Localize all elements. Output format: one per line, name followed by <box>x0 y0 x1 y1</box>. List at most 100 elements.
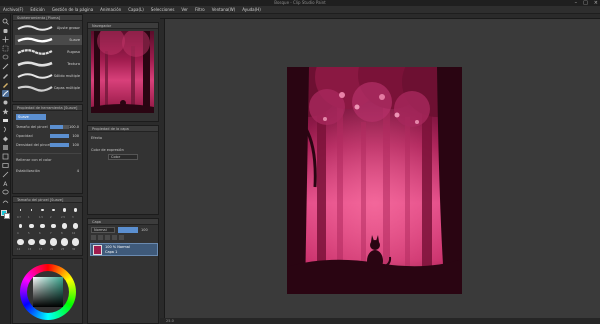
stabilization-slider[interactable]: Estabilización 4 <box>16 168 79 174</box>
brush-size-option[interactable]: 2.5 <box>59 205 70 221</box>
menu-help[interactable]: Ayuda(H) <box>242 6 261 14</box>
ruler-tool-icon[interactable] <box>2 171 9 178</box>
eyedropper-icon[interactable] <box>2 63 9 70</box>
saturation-value-square[interactable] <box>33 277 63 307</box>
delete-layer-icon[interactable] <box>119 235 124 240</box>
brush-item[interactable]: Ajuste grosor <box>15 23 82 33</box>
menu-window[interactable]: Ventana(W) <box>212 6 236 14</box>
brush-size-option[interactable]: 3 <box>70 205 81 221</box>
opacity-fill <box>50 134 69 138</box>
select-tool-icon[interactable] <box>2 45 9 52</box>
brush-size-option-label: 6 <box>39 232 41 235</box>
brush-item-selected[interactable]: Suave <box>15 35 82 45</box>
menu-file[interactable]: Archivo(F) <box>3 6 23 14</box>
brush-size-option[interactable]: 2 <box>48 205 59 221</box>
blend-tool-icon[interactable] <box>2 126 9 133</box>
correct-line-tool-icon[interactable] <box>2 198 9 205</box>
brush-size-option[interactable]: 10 <box>70 221 81 237</box>
brush-size-option-label: 2.5 <box>61 216 65 219</box>
brush-item[interactable]: Rugoso <box>15 47 82 57</box>
tool-property-panel: Propiedad de herramienta [Suave] Suave T… <box>12 104 83 194</box>
frame-tool-icon[interactable] <box>2 162 9 169</box>
brush-density-value: 100 <box>72 143 79 147</box>
brush-size-bar[interactable] <box>50 125 69 129</box>
brush-size-option[interactable]: 1.5 <box>37 205 48 221</box>
top-ruler <box>160 14 600 19</box>
menu-view[interactable]: Ver <box>181 6 188 14</box>
brush-size-dot <box>41 208 44 212</box>
menu-layer[interactable]: Capa(L) <box>128 6 144 14</box>
balloon-tool-icon[interactable] <box>2 189 9 196</box>
menu-edit[interactable]: Edición <box>30 6 44 14</box>
brush-size-grid: 0.7 1 1.5 2 2.5 3 4 5 6 7 8 10 12 15 17 20 25 30 <box>15 205 82 255</box>
brush-size-option[interactable]: 30 <box>70 237 81 253</box>
brush-size-option[interactable]: 20 <box>48 237 59 253</box>
brush-density-slider[interactable]: Densidad del pincel 100 <box>16 142 79 148</box>
brush-size-option-label: 3 <box>72 216 74 219</box>
fill-color-option[interactable]: Rellenar con el color <box>16 157 79 163</box>
move-tool-icon[interactable] <box>2 36 9 43</box>
artwork-canvas[interactable] <box>287 67 462 294</box>
brush-size-option[interactable]: 12 <box>15 237 26 253</box>
brush-size-option-label: 20 <box>50 248 54 251</box>
pencil-tool-icon[interactable] <box>2 81 9 88</box>
opacity-bar[interactable] <box>50 134 69 138</box>
brush-density-bar[interactable] <box>50 143 69 147</box>
brush-size-option[interactable]: 25 <box>59 237 70 253</box>
brush-size-option-label: 7 <box>50 232 52 235</box>
layer-row[interactable]: 100 % Normal Capa 1 <box>90 243 158 256</box>
brush-size-option[interactable]: 6 <box>37 221 48 237</box>
figure-tool-icon[interactable] <box>2 153 9 160</box>
hand-tool-icon[interactable] <box>2 27 9 34</box>
brush-size-option[interactable]: 8 <box>59 221 70 237</box>
pen-tool-icon[interactable] <box>2 72 9 79</box>
brush-size-option[interactable]: 5 <box>26 221 37 237</box>
fill-tool-icon[interactable] <box>2 135 9 142</box>
mask-icon[interactable] <box>112 235 117 240</box>
brush-size-slider[interactable]: Tamaño del pincel 100.0 <box>16 124 79 130</box>
fill-color-label: Rellenar con el color <box>16 158 52 162</box>
lasso-tool-icon[interactable] <box>2 54 9 61</box>
opacity-slider[interactable]: Opacidad 100 <box>16 133 79 139</box>
svg-text:A: A <box>3 181 8 187</box>
blend-mode-select[interactable]: Normal <box>91 227 115 233</box>
menu-selection[interactable]: Selecciones <box>151 6 175 14</box>
tool-property-title: Propiedad de herramienta [Suave] <box>13 105 82 111</box>
zoom-tool-icon[interactable] <box>2 18 9 25</box>
brush-size-option[interactable]: 7 <box>48 221 59 237</box>
zoom-level: 25.0 <box>166 319 174 323</box>
expression-color-select[interactable]: Color <box>108 154 138 160</box>
eraser-tool-icon[interactable] <box>2 117 9 124</box>
decoration-tool-icon[interactable] <box>2 108 9 115</box>
brush-size-option[interactable]: 4 <box>15 221 26 237</box>
brush-size-option-label: 4 <box>17 232 19 235</box>
brush-tool-icon[interactable] <box>2 90 9 97</box>
brush-size-option[interactable]: 1 <box>26 205 37 221</box>
brush-item[interactable]: Sólido multiple <box>15 71 82 81</box>
layer-opacity-bar[interactable] <box>118 227 138 233</box>
brush-size-option[interactable]: 17 <box>37 237 48 253</box>
new-layer-icon[interactable] <box>91 235 96 240</box>
new-folder-icon[interactable] <box>98 235 103 240</box>
brush-label: Capas múltiple <box>53 86 80 90</box>
menu-page[interactable]: Gestión de la página <box>52 6 93 14</box>
airbrush-tool-icon[interactable] <box>2 99 9 106</box>
navigator-preview[interactable] <box>91 31 154 113</box>
brush-size-option[interactable]: 0.7 <box>15 205 26 221</box>
opacity-label: Opacidad <box>16 134 33 138</box>
brush-item[interactable]: Capas múltiple <box>15 83 82 93</box>
brush-size-option[interactable]: 15 <box>26 237 37 253</box>
hue-ring[interactable] <box>20 264 76 320</box>
text-tool-icon[interactable]: A <box>2 180 9 187</box>
gradient-tool-icon[interactable] <box>2 144 9 151</box>
brush-size-dot <box>73 208 78 212</box>
lock-icon[interactable] <box>105 235 110 240</box>
brush-label: Ajuste grosor <box>56 26 80 30</box>
background-color-swatch[interactable] <box>4 213 10 219</box>
brush-label: Suave <box>69 38 80 42</box>
brush-item[interactable]: Textura <box>15 59 82 69</box>
menu-filter[interactable]: Filtro <box>195 6 205 14</box>
menu-animation[interactable]: Animación <box>100 6 121 14</box>
layer-name: Capa 1 <box>105 250 118 254</box>
layer-mode-text: 100 % Normal <box>105 245 130 249</box>
